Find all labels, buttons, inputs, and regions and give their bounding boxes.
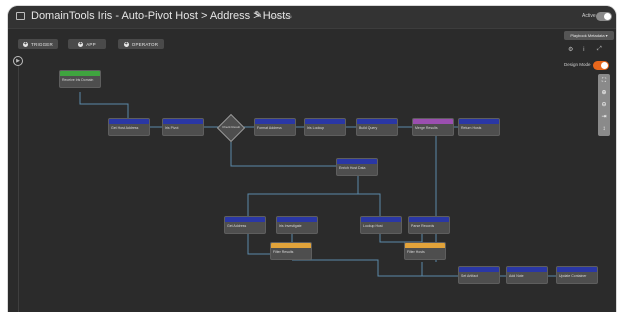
trigger-node[interactable]: Receive Iris Domain xyxy=(59,70,101,88)
node-label: Format Address xyxy=(257,126,282,130)
wire xyxy=(379,234,422,243)
app-node[interactable]: Get Host Address xyxy=(108,118,150,136)
app-window: DomainTools Iris - Auto-Pivot Host > Add… xyxy=(8,6,616,312)
wire xyxy=(357,176,381,216)
app-node[interactable]: Build Query xyxy=(356,118,398,136)
decision-label: Check Result xyxy=(222,125,240,129)
node-label: Return Hosts xyxy=(461,126,482,130)
wire xyxy=(421,262,458,277)
filter-node[interactable]: Filter Results xyxy=(270,242,312,260)
app-node[interactable]: Iris Pivot xyxy=(162,118,204,136)
node-label: Filter Hosts xyxy=(407,250,425,254)
wire xyxy=(79,92,129,118)
app-node[interactable]: Get Address xyxy=(224,216,266,234)
app-node[interactable]: Enrich Host Data xyxy=(336,158,378,176)
node-label: Lookup Host xyxy=(363,224,383,228)
node-label: Iris Investigate xyxy=(279,224,302,228)
wire xyxy=(230,138,349,167)
app-node[interactable]: Update Container xyxy=(556,266,598,284)
app-node[interactable]: Return Hosts xyxy=(458,118,500,136)
node-label: Parse Records xyxy=(411,224,435,228)
node-label: Filter Results xyxy=(273,250,294,254)
node-label: Add Note xyxy=(509,274,524,278)
app-node[interactable]: Lookup Host xyxy=(360,216,402,234)
node-label: Get Host Address xyxy=(111,126,139,130)
filter-node[interactable]: Filter Hosts xyxy=(404,242,446,260)
app-node[interactable]: Iris Lookup xyxy=(304,118,346,136)
app-node[interactable]: Parse Records xyxy=(408,216,450,234)
node-label: Iris Lookup xyxy=(307,126,325,130)
app-node[interactable]: Format Address xyxy=(254,118,296,136)
node-label: Build Query xyxy=(359,126,378,130)
node-label: Enrich Host Data xyxy=(339,166,366,170)
app-node[interactable]: Add Note xyxy=(506,266,548,284)
node-label: Merge Results xyxy=(415,126,438,130)
node-label: Receive Iris Domain xyxy=(62,78,94,82)
node-label: Get Address xyxy=(227,224,247,228)
node-label: Iris Pivot xyxy=(165,126,179,130)
app-node[interactable]: Iris Investigate xyxy=(276,216,318,234)
wire xyxy=(247,176,359,216)
wire xyxy=(292,259,458,277)
node-label: Set Artifact xyxy=(461,274,478,278)
app-node[interactable]: Set Artifact xyxy=(458,266,500,284)
merge-node[interactable]: Merge Results xyxy=(412,118,454,136)
node-label: Update Container xyxy=(559,274,587,278)
